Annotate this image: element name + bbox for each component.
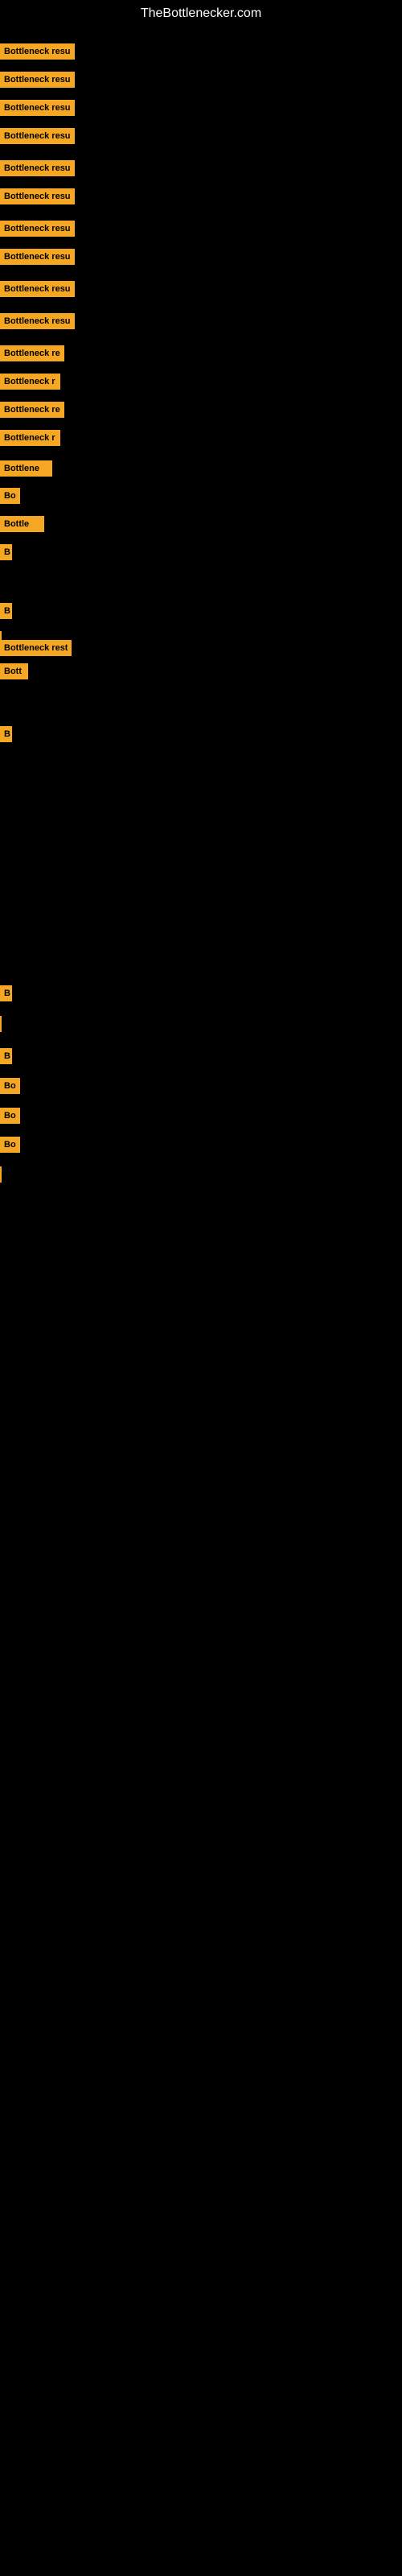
bottleneck-badge[interactable]: Bottle [0, 516, 44, 532]
site-title: TheBottlenecker.com [0, 0, 402, 27]
bottleneck-item: Bottleneck resu [0, 313, 75, 329]
bottleneck-badge[interactable]: Bott [0, 663, 28, 679]
line-indicator [0, 1166, 2, 1183]
bottleneck-item: Bottleneck re [0, 345, 64, 361]
bottleneck-badge[interactable]: Bottleneck resu [0, 160, 75, 176]
bottleneck-item: Bott [0, 663, 28, 679]
bottleneck-badge[interactable]: B [0, 603, 12, 619]
bottleneck-badge[interactable]: B [0, 544, 12, 560]
bottleneck-badge[interactable]: Bottleneck resu [0, 128, 75, 144]
bottleneck-item: B [0, 985, 12, 1001]
bottleneck-badge[interactable]: Bottleneck resu [0, 100, 75, 116]
bottleneck-badge[interactable]: Bottleneck re [0, 345, 64, 361]
bottleneck-item: Bo [0, 1137, 20, 1153]
bottleneck-badge[interactable]: Bottleneck resu [0, 281, 75, 297]
bottleneck-item: Bottlene [0, 460, 52, 477]
bottleneck-item: Bottleneck resu [0, 100, 75, 116]
line-indicator [0, 1016, 2, 1032]
bottleneck-item: Bottleneck resu [0, 221, 75, 237]
bottleneck-item: B [0, 726, 12, 742]
bottleneck-item: B [0, 603, 12, 619]
bottleneck-badge[interactable]: Bottleneck resu [0, 249, 75, 265]
bottleneck-badge[interactable]: Bottleneck resu [0, 188, 75, 204]
bottleneck-badge[interactable]: B [0, 726, 12, 742]
bottleneck-item: Bottle [0, 516, 44, 532]
bottleneck-item [0, 1016, 2, 1032]
bottleneck-item: Bottleneck resu [0, 188, 75, 204]
bottleneck-result-main[interactable]: Bottleneck rest [0, 640, 72, 656]
bottleneck-item: Bottleneck resu [0, 43, 75, 60]
bottleneck-item: Bottleneck resu [0, 281, 75, 297]
bottleneck-badge[interactable]: Bottleneck r [0, 430, 60, 446]
bottleneck-item [0, 1166, 2, 1183]
bottleneck-badge[interactable]: Bottleneck resu [0, 72, 75, 88]
bottleneck-item: Bo [0, 488, 20, 504]
bottleneck-item: Bottleneck resu [0, 249, 75, 265]
bottleneck-item: Bottleneck r [0, 374, 60, 390]
bottleneck-item: Bottleneck resu [0, 72, 75, 88]
bottleneck-badge[interactable]: Bo [0, 1108, 20, 1124]
bottleneck-badge[interactable]: Bottlene [0, 460, 52, 477]
bottleneck-item: Bottleneck re [0, 402, 64, 418]
bottleneck-badge[interactable]: Bo [0, 488, 20, 504]
bottleneck-item: B [0, 1048, 12, 1064]
bottleneck-badge[interactable]: Bottleneck r [0, 374, 60, 390]
bottleneck-badge[interactable]: Bottleneck re [0, 402, 64, 418]
bottleneck-badge[interactable]: Bottleneck resu [0, 313, 75, 329]
bottleneck-badge[interactable]: Bottleneck resu [0, 221, 75, 237]
bottleneck-badge[interactable]: Bottleneck resu [0, 43, 75, 60]
bottleneck-item: Bo [0, 1108, 20, 1124]
bottleneck-badge-main[interactable]: Bottleneck rest [0, 640, 72, 656]
bottleneck-item: Bottleneck resu [0, 128, 75, 144]
bottleneck-badge[interactable]: Bo [0, 1078, 20, 1094]
bottleneck-badge[interactable]: B [0, 985, 12, 1001]
bottleneck-item: Bo [0, 1078, 20, 1094]
bottleneck-badge[interactable]: Bo [0, 1137, 20, 1153]
bottleneck-badge[interactable]: B [0, 1048, 12, 1064]
bottleneck-item: Bottleneck resu [0, 160, 75, 176]
bottleneck-item: B [0, 544, 12, 560]
bottleneck-item: Bottleneck r [0, 430, 60, 446]
